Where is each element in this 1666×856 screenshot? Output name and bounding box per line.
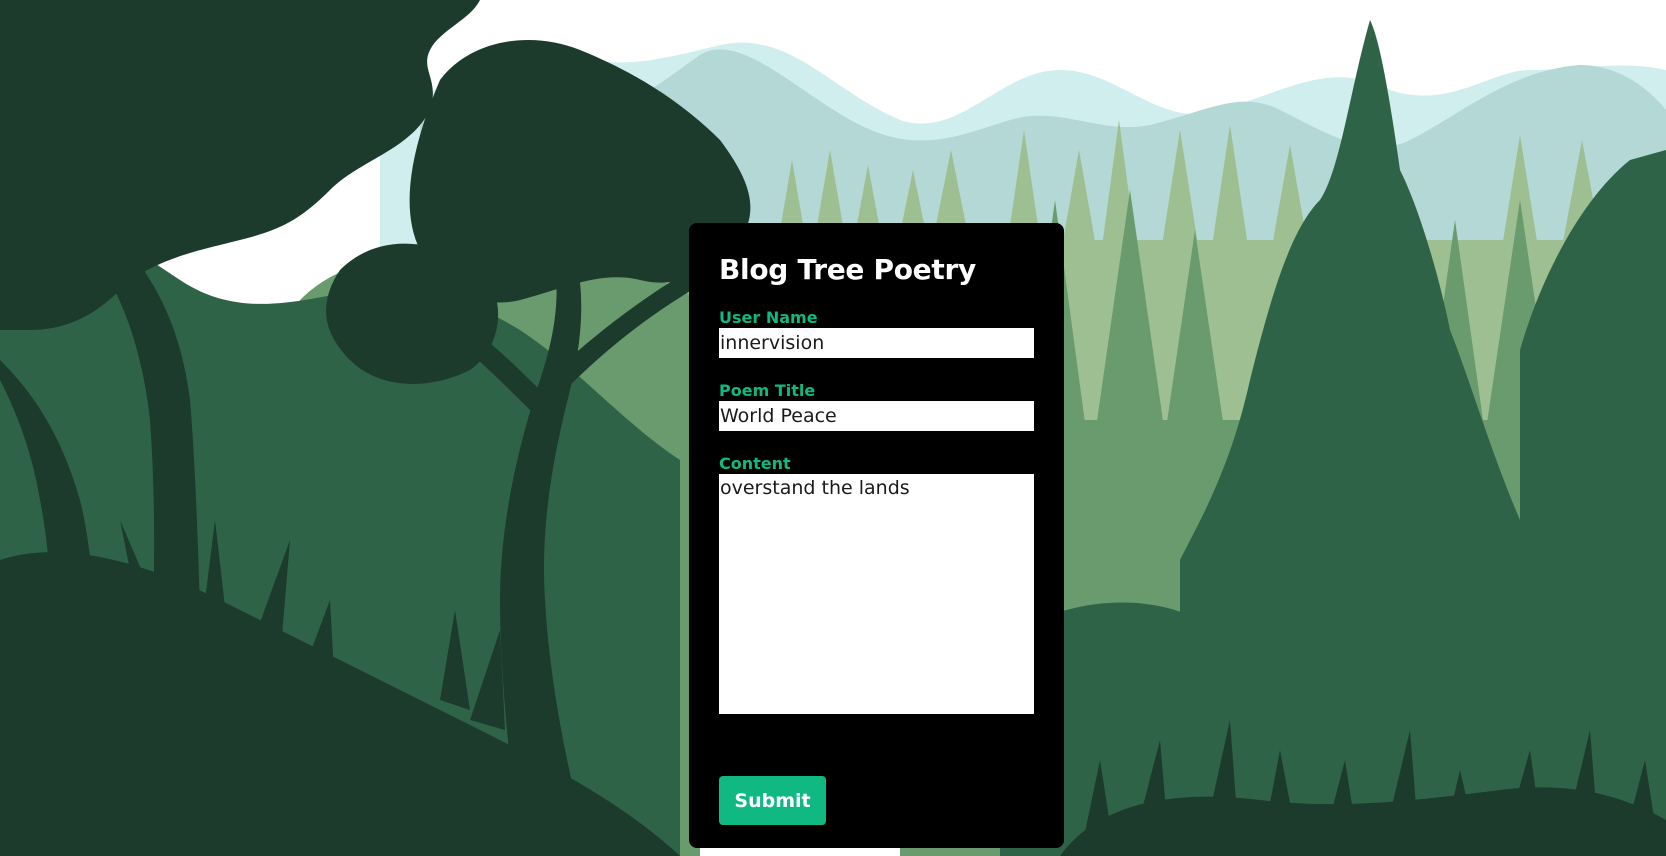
content-textarea[interactable]: overstand the lands	[719, 474, 1034, 714]
forest-background: Blog Tree Poetry User Name Poem Title Co…	[0, 0, 1666, 856]
user-name-input[interactable]	[719, 328, 1034, 358]
submit-button[interactable]: Submit	[719, 776, 826, 825]
user-name-label: User Name	[719, 308, 818, 327]
poem-title-label: Poem Title	[719, 381, 816, 400]
poem-title-input[interactable]	[719, 401, 1034, 431]
page-title: Blog Tree Poetry	[719, 253, 976, 286]
poem-form-card: Blog Tree Poetry User Name Poem Title Co…	[689, 223, 1064, 848]
content-label: Content	[719, 454, 791, 473]
